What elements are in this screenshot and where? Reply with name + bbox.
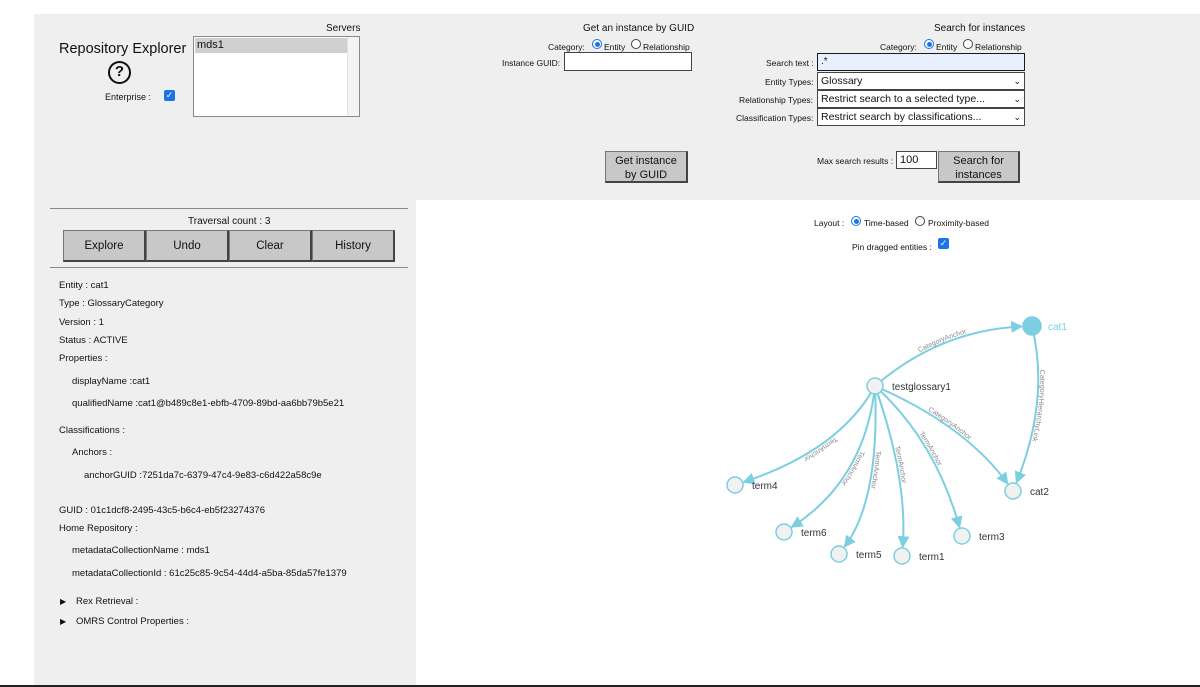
graph-node-label: term6 (801, 528, 827, 539)
graph-node-label: term3 (979, 532, 1005, 543)
graph-node-term6[interactable] (775, 523, 793, 541)
graph-node-label: term4 (752, 481, 778, 492)
graph-canvas[interactable]: CategoryAnchorCategoryAnchorCategoryHier… (0, 0, 1200, 687)
graph-node-testglossary1[interactable] (866, 377, 884, 395)
graph-edge[interactable] (1014, 325, 1040, 484)
graph-edge-label: CategoryAnchor (927, 406, 973, 442)
graph-node-label: term1 (919, 552, 945, 563)
graph-edge-label: CategoryAnchor (917, 328, 968, 354)
graph-edge-label: TermAnchor (839, 450, 865, 487)
graph-edges: CategoryAnchorCategoryAnchorCategoryHier… (742, 320, 1045, 549)
graph-node-term1[interactable] (893, 547, 911, 565)
graph-edge-label: TermAnchor (917, 431, 943, 468)
graph-edge-label: TermAnchor (869, 451, 881, 490)
graph-node-term3[interactable] (953, 527, 971, 545)
graph-node-label: cat1 (1048, 322, 1067, 333)
graph-node-term5[interactable] (830, 545, 848, 563)
graph-node-cat1[interactable] (1022, 316, 1042, 336)
graph-node-label: testglossary1 (892, 382, 951, 393)
graph-node-cat2[interactable] (1004, 482, 1022, 500)
graph-node-label: cat2 (1030, 487, 1049, 498)
graph-node-term4[interactable] (726, 476, 744, 494)
graph-node-label: term5 (856, 550, 882, 561)
graph-edge-label: TermAnchor (893, 445, 907, 484)
graph-edge-label: TermAnchor (802, 435, 838, 463)
graph-nodes[interactable]: cat1 testglossary1 cat2 term4 term6 term5 term… (726, 316, 1067, 565)
graph-edge[interactable] (874, 385, 1009, 485)
